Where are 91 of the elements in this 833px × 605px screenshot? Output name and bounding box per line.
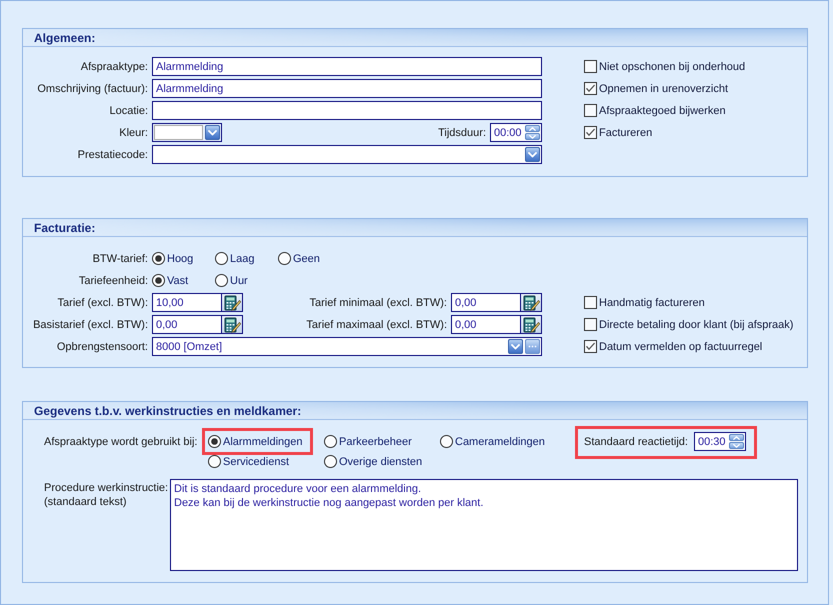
amount-field[interactable]: 10,00 — [152, 293, 222, 312]
radio-label[interactable]: Camerameldingen — [455, 436, 545, 448]
radio-button[interactable] — [215, 252, 228, 265]
radio-button[interactable] — [215, 274, 228, 287]
dropdown-button[interactable] — [525, 147, 540, 162]
text-field[interactable]: Alarmmelding — [152, 57, 542, 76]
checkbox-label[interactable]: Directe betaling door klant (bij afspraak) — [599, 318, 794, 330]
time-spin-field[interactable]: 00:30 — [694, 432, 746, 451]
chevron-down-icon — [511, 344, 520, 350]
amount-field[interactable]: 0,00 — [451, 315, 521, 334]
field-label: Tariefeenheid: — [78, 274, 148, 286]
checkbox[interactable] — [584, 296, 597, 309]
radio-label[interactable]: Laag — [230, 252, 254, 264]
field-label: Tarief minimaal (excl. BTW): — [309, 296, 447, 308]
field-label: Opbrengstensoort: — [56, 340, 148, 352]
calculator-pencil-icon — [224, 316, 240, 332]
calculator-button[interactable] — [222, 293, 243, 312]
radio-label[interactable]: Alarmmeldingen — [223, 436, 302, 448]
radio-label[interactable]: Uur — [230, 274, 248, 286]
dropdown-button[interactable] — [508, 339, 523, 354]
chevron-up-icon — [732, 436, 740, 440]
calculator-pencil-icon — [522, 316, 540, 332]
dropdown-field[interactable] — [152, 145, 542, 164]
field-label: Afspraaktype wordt gebruikt bij: — [44, 436, 198, 448]
field-label: Procedure werkinstructie: — [44, 481, 168, 495]
color-dropdown[interactable] — [152, 123, 222, 142]
field-label: Standaard reactietijd: — [584, 436, 688, 448]
calculator-button[interactable] — [521, 293, 542, 312]
radio-label[interactable]: Geen — [293, 252, 320, 264]
ellipsis-icon — [528, 345, 537, 348]
time-spin-field[interactable]: 00:00 — [490, 123, 542, 142]
checkbox[interactable] — [584, 82, 597, 95]
spin-up-button[interactable] — [728, 434, 744, 441]
chevron-up-icon — [529, 126, 536, 130]
section-title: Gegevens t.b.v. werkinstructies en meldkamer: — [34, 404, 302, 418]
checkbox[interactable] — [584, 318, 597, 331]
radio-button[interactable] — [324, 435, 337, 448]
radio-button[interactable] — [152, 274, 165, 287]
field-label: Omschrijving (factuur): — [37, 82, 148, 94]
radio-label[interactable]: Hoog — [167, 252, 194, 264]
amount-field[interactable]: 0,00 — [451, 293, 521, 312]
chevron-down-icon — [732, 444, 740, 448]
checkbox-label[interactable]: Afspraaktegoed bijwerken — [599, 104, 726, 116]
radio-button[interactable] — [324, 455, 337, 468]
checkbox-label[interactable]: Niet opschonen bij onderhoud — [599, 60, 746, 72]
chevron-down-icon — [528, 152, 537, 158]
dropdown-button[interactable] — [205, 125, 220, 140]
field-hint: (standaard tekst) — [44, 495, 127, 509]
checkbox-label[interactable]: Opnemen in urenoverzicht — [599, 82, 728, 94]
checkbox[interactable] — [584, 340, 597, 353]
checkbox-label[interactable]: Datum vermelden op factuurregel — [599, 340, 762, 352]
field-label: Tarief maximaal (excl. BTW): — [306, 318, 447, 330]
field-label: Locatie: — [109, 104, 148, 116]
dropdown-field[interactable]: 8000 [Omzet] — [152, 337, 542, 356]
calculator-pencil-icon — [224, 294, 240, 310]
checkbox-label[interactable]: Handmatig factureren — [599, 296, 705, 308]
chevron-down-icon — [529, 134, 536, 138]
radio-label[interactable]: Vast — [167, 274, 188, 286]
chevron-down-icon — [208, 130, 217, 136]
calculator-pencil-icon — [522, 294, 540, 310]
calculator-button[interactable] — [222, 315, 243, 334]
color-swatch-icon — [154, 125, 203, 140]
field-label: Kleur: — [119, 126, 148, 138]
radio-button[interactable] — [152, 252, 165, 265]
radio-button[interactable] — [208, 435, 221, 448]
radio-label[interactable]: Overige diensten — [339, 456, 422, 468]
checkbox-label[interactable]: Factureren — [599, 126, 652, 138]
text-field[interactable]: Alarmmelding — [152, 79, 542, 98]
text-field[interactable] — [152, 101, 542, 120]
checkbox[interactable] — [584, 104, 597, 117]
spin-up-button[interactable] — [525, 125, 540, 132]
checkbox[interactable] — [584, 60, 597, 73]
radio-button[interactable] — [440, 435, 453, 448]
amount-field[interactable]: 0,00 — [152, 315, 222, 334]
field-label: Basistarief (excl. BTW): — [33, 318, 148, 330]
field-label: Tarief (excl. BTW): — [58, 296, 148, 308]
field-label: BTW-tarief: — [92, 252, 148, 264]
section-title: Facturatie: — [34, 220, 96, 234]
radio-label[interactable]: Parkeerbeheer — [339, 436, 412, 448]
section-title: Algemeen: — [34, 30, 96, 44]
field-label: Prestatiecode: — [78, 148, 148, 160]
radio-button[interactable] — [278, 252, 291, 265]
field-label: Afspraaktype: — [80, 60, 148, 72]
radio-label[interactable]: Servicedienst — [223, 456, 290, 468]
text-area[interactable]: Dit is standaard procedure voor een alarmmelding. Deze kan bij de werkinstructie nog aangepast worden per klant. — [170, 479, 798, 571]
radio-button[interactable] — [208, 455, 221, 468]
spin-down-button[interactable] — [525, 133, 540, 140]
calculator-button[interactable] — [521, 315, 542, 334]
field-label: Tijdsduur: — [438, 126, 486, 138]
checkbox[interactable] — [584, 126, 597, 139]
spin-down-button[interactable] — [728, 442, 744, 449]
